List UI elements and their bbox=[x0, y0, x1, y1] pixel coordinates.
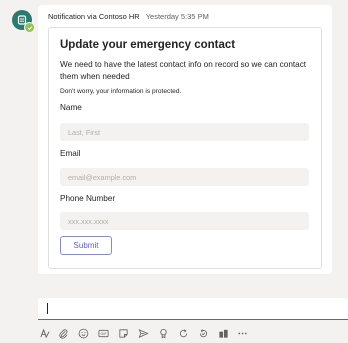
attach-icon[interactable] bbox=[58, 327, 70, 339]
loop-icon[interactable] bbox=[177, 327, 189, 339]
card-privacy-note: Don't worry, your information is protect… bbox=[60, 88, 182, 95]
bot-avatar[interactable] bbox=[12, 10, 35, 33]
submit-button[interactable]: Submit bbox=[60, 236, 112, 255]
presence-available-icon bbox=[24, 22, 35, 33]
adaptive-card: Update your emergency contact We need to… bbox=[48, 27, 322, 269]
compose-box[interactable] bbox=[38, 298, 348, 320]
approvals-icon[interactable] bbox=[197, 327, 209, 339]
format-icon[interactable] bbox=[38, 327, 50, 339]
compose-toolbar: GIF bbox=[38, 325, 348, 341]
phone-label: Phone Number bbox=[60, 194, 116, 203]
card-title: Update your emergency contact bbox=[60, 39, 236, 51]
name-input[interactable] bbox=[60, 123, 309, 141]
send-later-icon[interactable] bbox=[137, 327, 149, 339]
message-timestamp: Yesterday 5:35 PM bbox=[145, 12, 209, 21]
message-header: Notification via Contoso HR Yesterday 5:… bbox=[48, 12, 209, 21]
email-input[interactable] bbox=[60, 168, 309, 186]
praise-icon[interactable] bbox=[157, 327, 169, 339]
message-bubble: Notification via Contoso HR Yesterday 5:… bbox=[38, 5, 332, 274]
phone-input[interactable] bbox=[60, 212, 309, 230]
name-label: Name bbox=[60, 103, 82, 112]
gif-icon[interactable]: GIF bbox=[98, 327, 110, 339]
more-icon[interactable] bbox=[237, 327, 249, 339]
emoji-icon[interactable] bbox=[78, 327, 90, 339]
card-description: We need to have the latest contact info … bbox=[60, 60, 307, 81]
sender-name[interactable]: Notification via Contoso HR bbox=[48, 12, 140, 21]
svg-text:GIF: GIF bbox=[101, 332, 107, 336]
sticker-icon[interactable] bbox=[118, 327, 130, 339]
email-label: Email bbox=[60, 149, 81, 158]
text-caret bbox=[47, 303, 48, 314]
app-icon[interactable] bbox=[217, 327, 229, 339]
